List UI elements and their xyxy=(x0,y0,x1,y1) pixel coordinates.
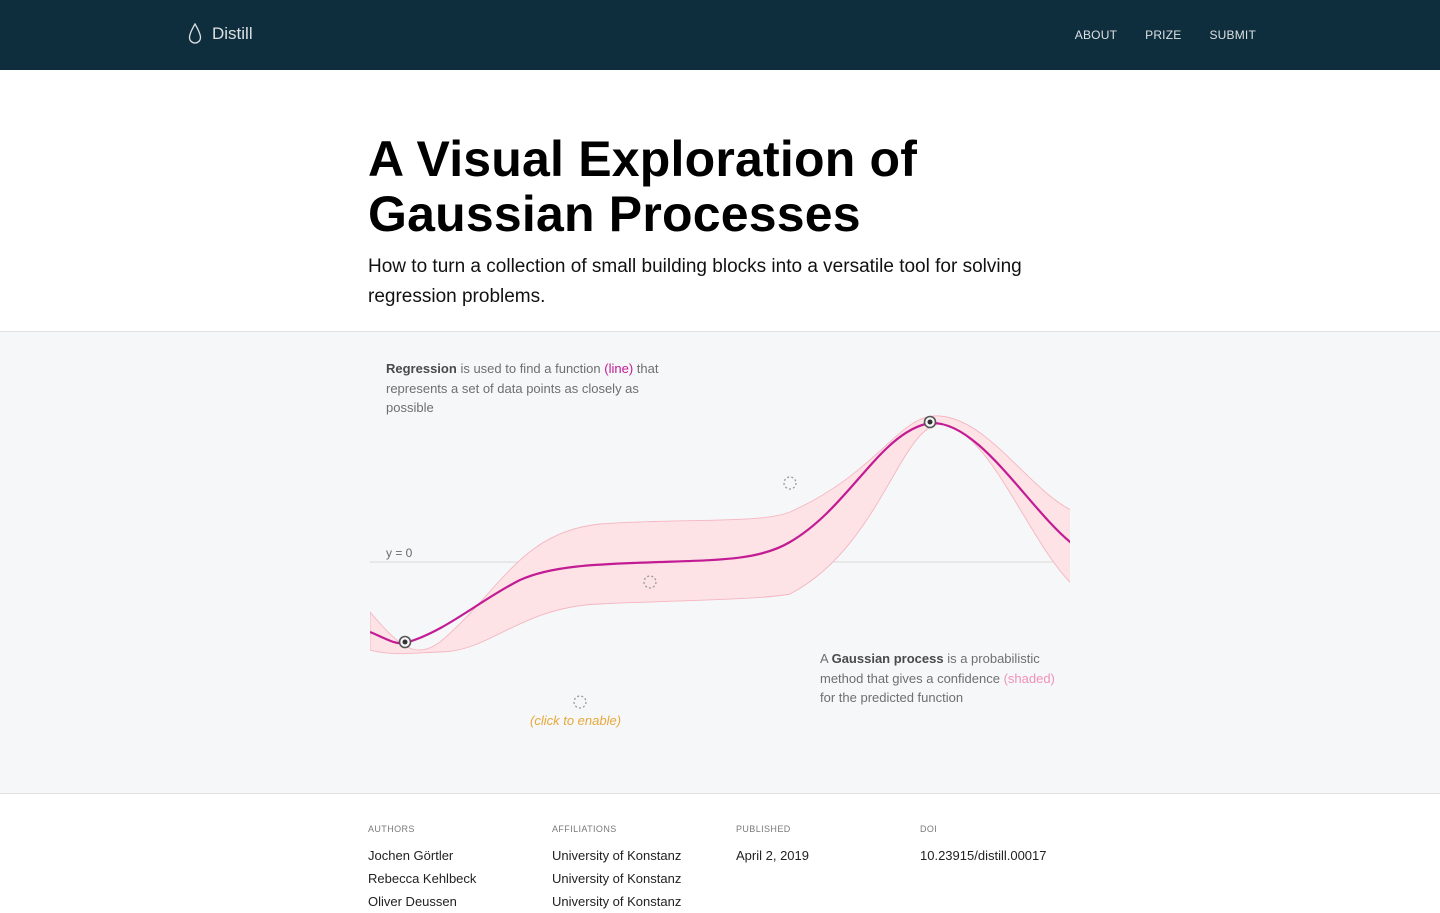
affiliation-name[interactable]: University of Konstanz xyxy=(552,844,681,867)
data-point-inactive-upper[interactable] xyxy=(783,476,797,490)
distill-drop-icon xyxy=(188,23,202,44)
nav-prize-link[interactable]: PRIZE xyxy=(1145,28,1181,42)
main-nav: ABOUT PRIZE SUBMIT xyxy=(1075,0,1256,70)
published-date: April 2, 2019 xyxy=(736,848,809,863)
affiliation-link[interactable]: University of Konstanz xyxy=(552,894,681,909)
gaussian-process-annotation: A Gaussian process is a probabilistic me… xyxy=(820,649,1060,708)
regression-annotation: Regression is used to find a function (l… xyxy=(386,359,666,418)
authors-heading: AUTHORS xyxy=(368,824,415,834)
y-zero-label: y = 0 xyxy=(386,546,413,560)
author-name[interactable]: Jochen Görtler xyxy=(368,844,476,867)
brand-name: Distill xyxy=(212,24,253,43)
author-link[interactable]: Jochen Görtler xyxy=(368,848,453,863)
nav-about-link[interactable]: ABOUT xyxy=(1075,28,1117,42)
affiliation-name[interactable]: University of Konstanz xyxy=(552,890,681,913)
affiliation-name[interactable]: University of Konstanz xyxy=(552,867,681,890)
article-title-line-1: A Visual Exploration of xyxy=(368,131,918,187)
author-link[interactable]: Rebecca Kehlbeck xyxy=(368,871,476,886)
gaussian-process-figure[interactable]: Regression is used to find a function (l… xyxy=(0,331,1440,794)
published-column: PUBLISHED April 2, 2019 xyxy=(736,823,809,867)
data-point-inactive-lower[interactable] xyxy=(573,695,587,709)
line-highlight: (line) xyxy=(604,361,634,376)
data-point-active-left[interactable] xyxy=(398,635,412,649)
distill-home-link[interactable]: Distill xyxy=(188,20,253,48)
top-navigation-bar: Distill ABOUT PRIZE SUBMIT xyxy=(0,0,1440,70)
confidence-band xyxy=(370,415,1070,655)
published-heading: PUBLISHED xyxy=(736,824,791,834)
affiliations-heading: AFFILIATIONS xyxy=(552,824,617,834)
doi-heading: DOI xyxy=(920,824,938,834)
regression-text-1: is used to find a function xyxy=(460,361,601,376)
gp-plot[interactable] xyxy=(0,332,1440,793)
article-title-line-2: Gaussian Processes xyxy=(368,186,861,242)
article-subtitle: How to turn a collection of small buildi… xyxy=(368,256,1022,307)
click-to-enable-hint[interactable]: (click to enable) xyxy=(530,713,621,728)
doi-column: DOI 10.23915/distill.00017 xyxy=(920,823,1047,867)
gaussian-process-term: Gaussian process xyxy=(831,651,944,666)
shaded-highlight: (shaded) xyxy=(1003,670,1055,686)
author-name[interactable]: Rebecca Kehlbeck xyxy=(368,867,476,890)
affiliation-link[interactable]: University of Konstanz xyxy=(552,871,681,886)
gp-text-2: for the predicted function xyxy=(820,690,964,705)
gp-prefix: A xyxy=(820,651,828,666)
author-name[interactable]: Oliver Deussen xyxy=(368,890,476,913)
author-link[interactable]: Oliver Deussen xyxy=(368,894,457,909)
doi-value[interactable]: 10.23915/distill.00017 xyxy=(920,844,1047,867)
affiliation-link[interactable]: University of Konstanz xyxy=(552,848,681,863)
data-point-active-peak[interactable] xyxy=(923,415,937,429)
article-title: A Visual Exploration of Gaussian Processe… xyxy=(368,132,1088,242)
nav-submit-link[interactable]: SUBMIT xyxy=(1209,28,1256,42)
regression-term: Regression xyxy=(386,361,457,376)
